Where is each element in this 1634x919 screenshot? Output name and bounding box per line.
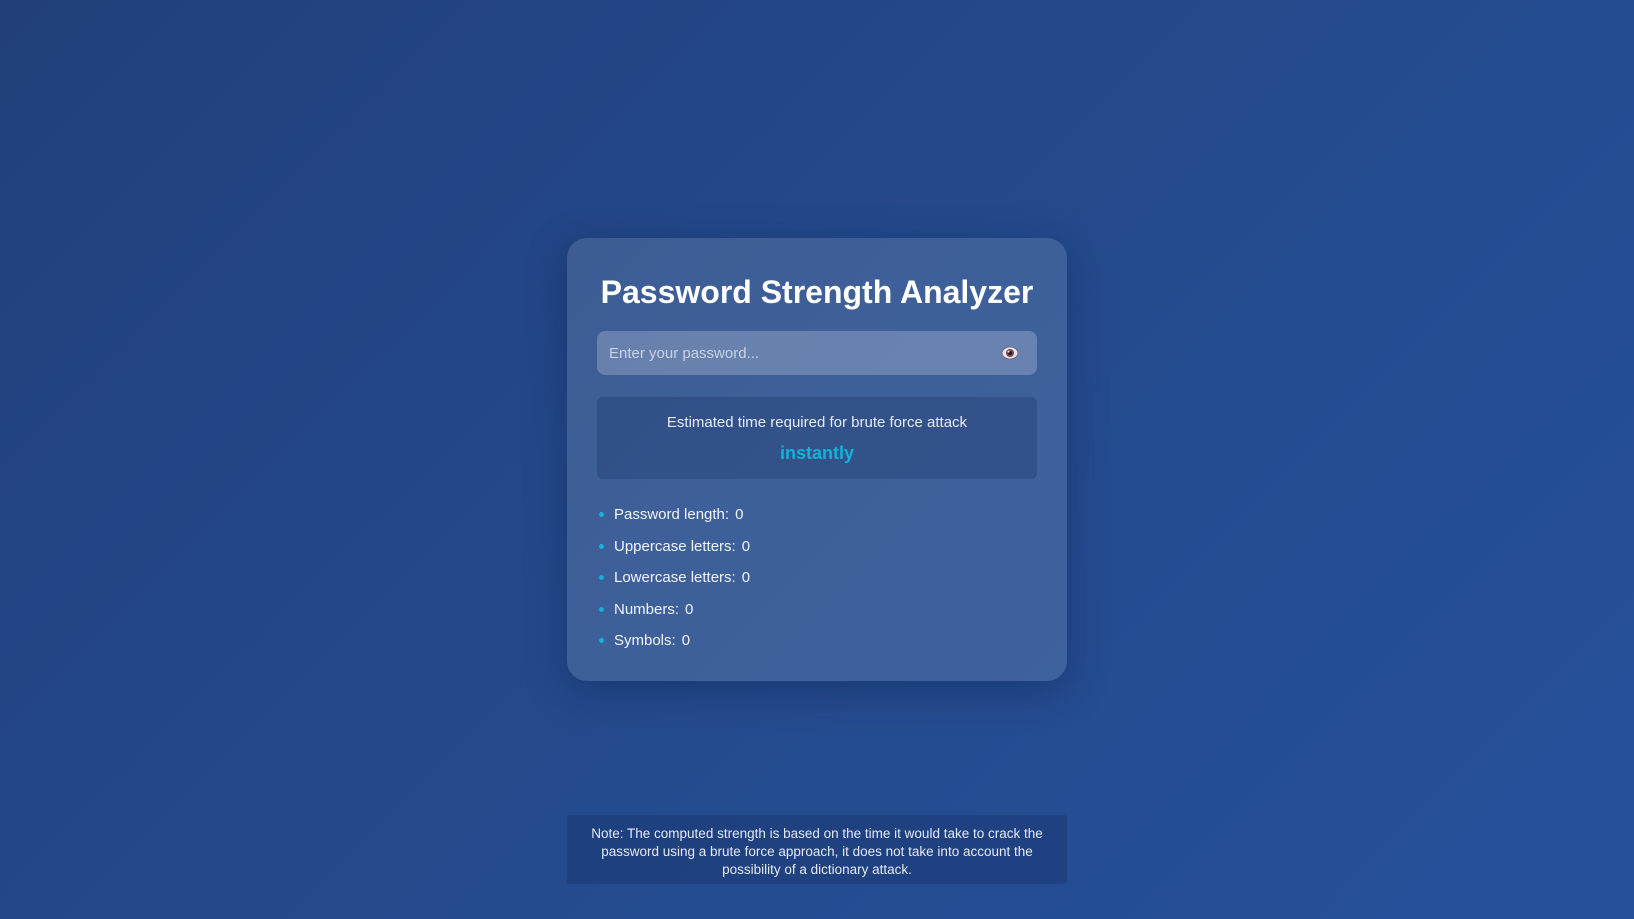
bullet-icon bbox=[599, 512, 604, 518]
bullet-icon bbox=[599, 543, 604, 549]
stat-password-length: Password length: 0 bbox=[597, 499, 1037, 531]
bullet-icon bbox=[599, 638, 604, 644]
password-input-wrapper bbox=[597, 331, 1037, 375]
eye-icon[interactable] bbox=[1001, 344, 1019, 362]
bullet-icon bbox=[599, 575, 604, 581]
stat-symbols: Symbols: 0 bbox=[597, 625, 1037, 657]
analyzer-card: Password Strength Analyzer Estimated tim… bbox=[567, 238, 1067, 681]
stat-value: 0 bbox=[741, 569, 751, 586]
stat-lowercase-letters: Lowercase letters: 0 bbox=[597, 562, 1037, 594]
password-input[interactable] bbox=[597, 331, 1037, 375]
result-value: instantly bbox=[779, 443, 854, 463]
disclaimer-note: Note: The computed strength is based on … bbox=[567, 815, 1067, 884]
stat-label: Lowercase letters: bbox=[614, 569, 736, 586]
stat-numbers: Numbers: 0 bbox=[597, 594, 1037, 626]
stat-label: Uppercase letters: bbox=[614, 537, 736, 555]
bullet-icon bbox=[599, 606, 604, 612]
stat-value: 0 bbox=[741, 537, 751, 555]
stat-value: 0 bbox=[685, 600, 694, 618]
stat-value: 0 bbox=[681, 632, 691, 649]
stat-label: Symbols: bbox=[614, 632, 676, 649]
stat-uppercase-letters: Uppercase letters: 0 bbox=[597, 531, 1037, 563]
brute-force-result: Estimated time required for brute force … bbox=[597, 397, 1037, 479]
stat-value: 0 bbox=[735, 506, 744, 523]
result-label: Estimated time required for brute force … bbox=[666, 414, 968, 431]
stat-label: Numbers: bbox=[614, 600, 680, 618]
stat-label: Password length: bbox=[614, 506, 730, 523]
password-stats-list: Password length: 0 Uppercase letters: 0 … bbox=[597, 499, 1037, 657]
page-title: Password Strength Analyzer bbox=[600, 274, 1034, 310]
